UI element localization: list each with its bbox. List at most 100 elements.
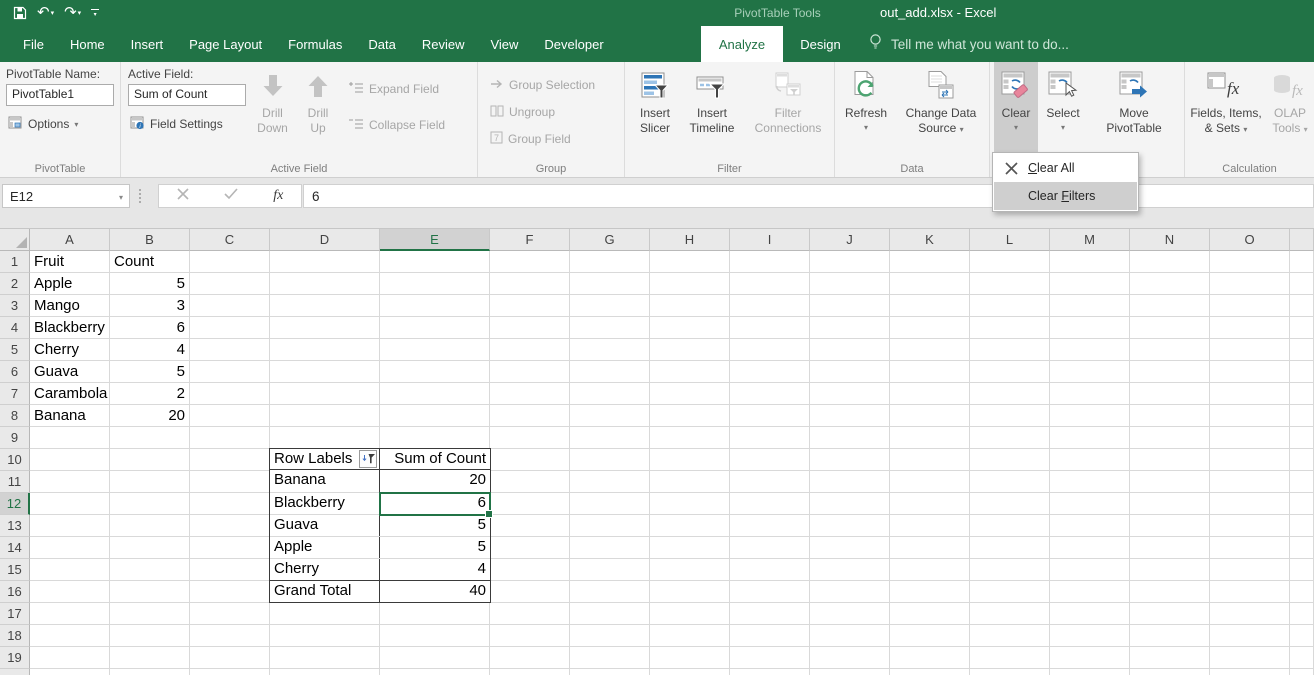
cell-I11[interactable]: [730, 471, 810, 493]
cell-O1[interactable]: [1210, 251, 1290, 273]
cell-I10[interactable]: [730, 449, 810, 471]
cell-G6[interactable]: [570, 361, 650, 383]
cell-B2[interactable]: 5: [110, 273, 190, 295]
cell-M4[interactable]: [1050, 317, 1130, 339]
cell-H1[interactable]: [650, 251, 730, 273]
cell-B19[interactable]: [110, 647, 190, 669]
cell-F11[interactable]: [490, 471, 570, 493]
row-header-2[interactable]: 2: [0, 273, 30, 295]
cell-G3[interactable]: [570, 295, 650, 317]
cell-O16[interactable]: [1210, 581, 1290, 603]
cell-F15[interactable]: [490, 559, 570, 581]
row-labels-filter-button[interactable]: [359, 450, 377, 468]
tab-home[interactable]: Home: [57, 26, 118, 62]
cell-J15[interactable]: [810, 559, 890, 581]
cell-L12[interactable]: [970, 493, 1050, 515]
cell-H13[interactable]: [650, 515, 730, 537]
cell-N12[interactable]: [1130, 493, 1210, 515]
pivottable-name-input[interactable]: PivotTable1: [6, 84, 114, 106]
cell-I8[interactable]: [730, 405, 810, 427]
cell-F12[interactable]: [490, 493, 570, 515]
row-header-16[interactable]: 16: [0, 581, 30, 603]
cell-H12[interactable]: [650, 493, 730, 515]
cell-D19[interactable]: [270, 647, 380, 669]
cell-H9[interactable]: [650, 427, 730, 449]
cell-I15[interactable]: [730, 559, 810, 581]
cell-G16[interactable]: [570, 581, 650, 603]
cell-C8[interactable]: [190, 405, 270, 427]
cancel-icon[interactable]: [177, 187, 189, 205]
cell-stub7[interactable]: [1290, 383, 1314, 405]
cell-O7[interactable]: [1210, 383, 1290, 405]
cell-H6[interactable]: [650, 361, 730, 383]
cell-F14[interactable]: [490, 537, 570, 559]
cell-L6[interactable]: [970, 361, 1050, 383]
cell-H15[interactable]: [650, 559, 730, 581]
cell-O15[interactable]: [1210, 559, 1290, 581]
column-header-B[interactable]: B: [110, 229, 190, 251]
cell-D5[interactable]: [270, 339, 380, 361]
options-button[interactable]: Options ▾: [6, 113, 114, 135]
cell-C9[interactable]: [190, 427, 270, 449]
column-header-K[interactable]: K: [890, 229, 970, 251]
cell-H7[interactable]: [650, 383, 730, 405]
cell-H18[interactable]: [650, 625, 730, 647]
column-header-L[interactable]: L: [970, 229, 1050, 251]
cell-N13[interactable]: [1130, 515, 1210, 537]
olap-tools-button[interactable]: fx OLAP Tools ▾: [1267, 62, 1313, 158]
cell-J1[interactable]: [810, 251, 890, 273]
cell-N18[interactable]: [1130, 625, 1210, 647]
cell-K6[interactable]: [890, 361, 970, 383]
cell-K19[interactable]: [890, 647, 970, 669]
pivot-row-label[interactable]: Grand Total: [270, 581, 380, 602]
cell-B8[interactable]: 20: [110, 405, 190, 427]
cell-H14[interactable]: [650, 537, 730, 559]
cell-I13[interactable]: [730, 515, 810, 537]
cell-G11[interactable]: [570, 471, 650, 493]
cell-E8[interactable]: [380, 405, 490, 427]
column-header-J[interactable]: J: [810, 229, 890, 251]
cell-H20[interactable]: [650, 669, 730, 675]
cell-J8[interactable]: [810, 405, 890, 427]
cell-F20[interactable]: [490, 669, 570, 675]
cell-H3[interactable]: [650, 295, 730, 317]
cell-D20[interactable]: [270, 669, 380, 675]
cell-N1[interactable]: [1130, 251, 1210, 273]
row-header-12[interactable]: 12: [0, 493, 30, 515]
cell-B10[interactable]: [110, 449, 190, 471]
cell-D9[interactable]: [270, 427, 380, 449]
cell-I4[interactable]: [730, 317, 810, 339]
cell-O19[interactable]: [1210, 647, 1290, 669]
cell-G13[interactable]: [570, 515, 650, 537]
row-header-17[interactable]: 17: [0, 603, 30, 625]
cell-G8[interactable]: [570, 405, 650, 427]
pivot-row-value[interactable]: 40: [380, 581, 490, 602]
cell-L13[interactable]: [970, 515, 1050, 537]
pivot-row-label[interactable]: Guava: [270, 515, 380, 536]
cell-J11[interactable]: [810, 471, 890, 493]
cell-F6[interactable]: [490, 361, 570, 383]
cell-M13[interactable]: [1050, 515, 1130, 537]
cell-C13[interactable]: [190, 515, 270, 537]
cell-B20[interactable]: [110, 669, 190, 675]
cell-J7[interactable]: [810, 383, 890, 405]
cell-I7[interactable]: [730, 383, 810, 405]
cell-L14[interactable]: [970, 537, 1050, 559]
cell-A2[interactable]: Apple: [30, 273, 110, 295]
pivot-values-header[interactable]: Sum of Count: [380, 449, 490, 469]
cell-J4[interactable]: [810, 317, 890, 339]
cell-M3[interactable]: [1050, 295, 1130, 317]
cell-A14[interactable]: [30, 537, 110, 559]
cell-I1[interactable]: [730, 251, 810, 273]
cell-L4[interactable]: [970, 317, 1050, 339]
pivot-row-label[interactable]: Banana: [270, 470, 380, 492]
cell-O13[interactable]: [1210, 515, 1290, 537]
cell-J20[interactable]: [810, 669, 890, 675]
cell-O17[interactable]: [1210, 603, 1290, 625]
cell-H4[interactable]: [650, 317, 730, 339]
cell-C16[interactable]: [190, 581, 270, 603]
cell-N19[interactable]: [1130, 647, 1210, 669]
cell-M5[interactable]: [1050, 339, 1130, 361]
group-selection-button[interactable]: Group Selection: [488, 74, 624, 96]
menu-item-clear-filters[interactable]: Clear Filters: [994, 182, 1137, 210]
